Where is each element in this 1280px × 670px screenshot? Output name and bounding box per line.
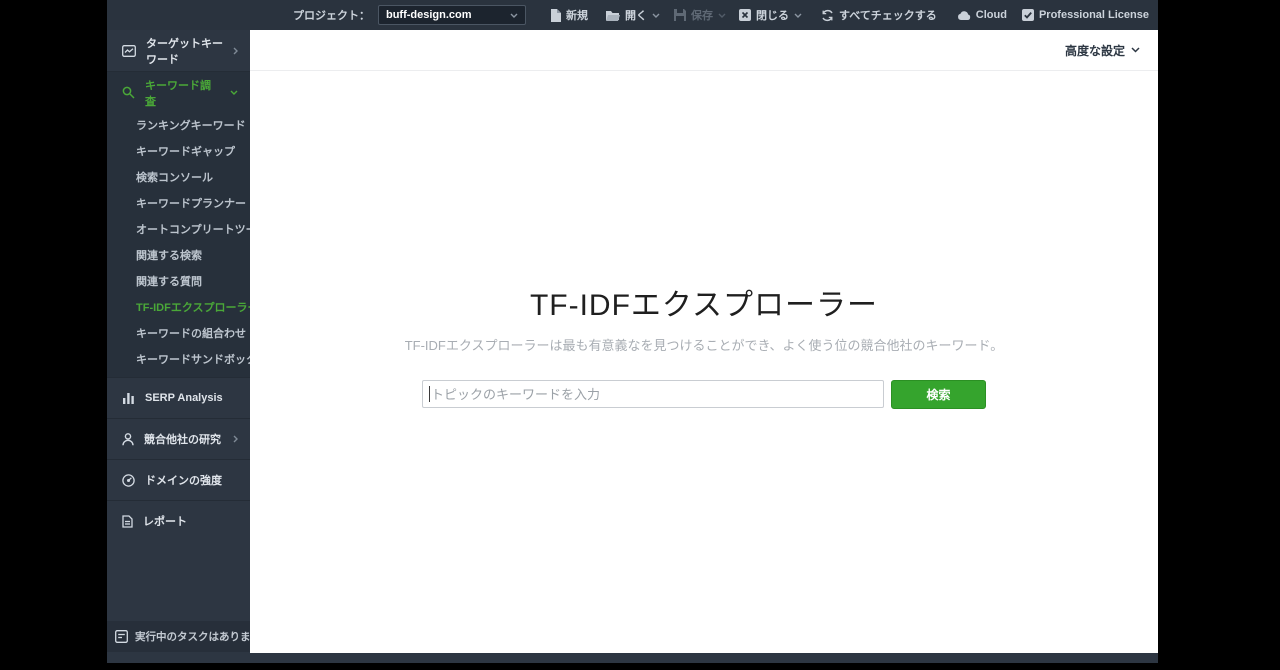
sidebar-item-keyword-gap[interactable]: キーワードギャップ [107,139,250,165]
refresh-icon [821,9,834,22]
task-list-icon [115,630,128,643]
save-project-button[interactable]: 保存 [673,7,726,23]
project-label: プロジェクト： [292,10,370,22]
close-icon [738,9,751,21]
check-all-label: すべてチェックする [838,10,937,22]
close-button-label: 閉じる [755,10,789,22]
content-header: 高度な設定 [250,30,1158,71]
cloud-label: Cloud [975,9,1007,21]
cloud-icon [957,10,971,20]
sidebar-item-domain-strength[interactable]: ドメインの強度 [107,459,250,500]
sidebar-item-label: ターゲットキーワード [146,37,223,66]
close-project-button[interactable]: 閉じる [738,7,802,23]
person-icon [122,432,134,446]
sidebar-group-keyword-research: キーワード調査 ランキングキーワード キーワードギャップ 検索コンソール キーワ… [107,71,250,377]
report-document-icon [122,514,133,528]
chevron-right-icon [233,47,238,55]
checkbox-checked-icon [1021,9,1034,21]
app-body: ターゲットキーワード キーワード調査 ランキングキーワード キーワードギャップ [107,30,1158,663]
keyword-search-input[interactable] [422,380,884,408]
main-content: 高度な設定 TF-IDFエクスプローラー TF-IDFエクスプローラーは最も有意… [250,30,1158,653]
sidebar-item-label: キーワード調査 [145,79,211,108]
license-label: Professional License [1038,9,1149,21]
bar-chart-icon [122,392,135,404]
sidebar-item-keyword-combinations[interactable]: キーワードの組合わせ [107,321,250,347]
sidebar-item-serp-analysis[interactable]: SERP Analysis [107,377,250,418]
new-button-label: 新規 [565,10,588,22]
chevron-down-icon [794,13,802,18]
line-chart-icon [122,44,136,57]
check-all-button[interactable]: すべてチェックする [821,7,937,23]
sidebar-item-keyword-sandbox[interactable]: キーワードサンドボックス [107,347,250,373]
sidebar-item-autocomplete-tools[interactable]: オートコンプリートツール [107,217,250,243]
sidebar-item-label: 競合他社の研究 [144,434,221,446]
cloud-button[interactable]: Cloud [957,9,1007,21]
sidebar-item-label: ドメインの強度 [145,475,222,487]
gauge-icon [122,473,135,487]
chevron-down-icon [230,90,238,95]
project-selector[interactable]: buff-design.com [377,5,526,25]
sidebar-item-keyword-research[interactable]: キーワード調査 [107,72,250,113]
page-title: TF-IDFエクスプローラー [529,289,879,322]
search-row: 検索 [250,380,1158,409]
tf-idf-explorer-panel: TF-IDFエクスプローラー TF-IDFエクスプローラーは最も有意義なを見つけ… [250,71,1158,653]
chevron-down-icon [1131,47,1140,53]
sidebar: ターゲットキーワード キーワード調査 ランキングキーワード キーワードギャップ [107,30,250,663]
sidebar-item-tf-idf-explorer[interactable]: TF-IDFエクスプローラー [107,295,250,321]
license-badge[interactable]: Professional License [1021,9,1149,21]
sidebar-item-competitor-research[interactable]: 競合他社の研究 [107,418,250,459]
project-value: buff-design.com [385,9,472,21]
chevron-down-icon [652,13,660,18]
advanced-settings-link[interactable]: 高度な設定 [1065,42,1125,59]
new-project-button[interactable]: 新規 [550,7,588,23]
text-caret [429,386,430,402]
folder-icon [605,10,620,21]
chevron-down-icon [510,13,518,18]
sidebar-item-search-console[interactable]: 検索コンソール [107,165,250,191]
app-window: プロジェクト： buff-design.com 新規 開く 保存 閉じる すべて… [107,0,1158,663]
save-floppy-icon [673,9,686,21]
sidebar-item-label: SERP Analysis [145,392,223,404]
chevron-right-icon [233,435,238,443]
sidebar-item-target-keywords[interactable]: ターゲットキーワード [107,30,250,71]
sidebar-item-related-searches[interactable]: 関連する検索 [107,243,250,269]
save-button-label: 保存 [690,10,713,22]
task-status-bar[interactable]: 実行中のタスクはありません [107,621,250,652]
task-status-text: 実行中のタスクはありません [135,631,250,643]
sidebar-item-related-questions[interactable]: 関連する質問 [107,269,250,295]
search-button[interactable]: 検索 [891,380,986,409]
sidebar-item-keyword-planner[interactable]: キーワードプランナー [107,191,250,217]
new-document-icon [550,8,561,22]
open-project-button[interactable]: 開く [605,7,660,23]
sidebar-item-ranking-keywords[interactable]: ランキングキーワード [107,113,250,139]
page-subtitle: TF-IDFエクスプローラーは最も有意義なを見つけることができ、よく使う位の競合… [404,338,1004,353]
sidebar-item-reports[interactable]: レポート [107,500,250,541]
sidebar-item-label: レポート [143,516,187,528]
chevron-down-icon [718,13,726,18]
search-icon [122,86,135,99]
search-box [422,380,884,409]
topbar: プロジェクト： buff-design.com 新規 開く 保存 閉じる すべて… [107,0,1158,30]
open-button-label: 開く [624,10,647,22]
